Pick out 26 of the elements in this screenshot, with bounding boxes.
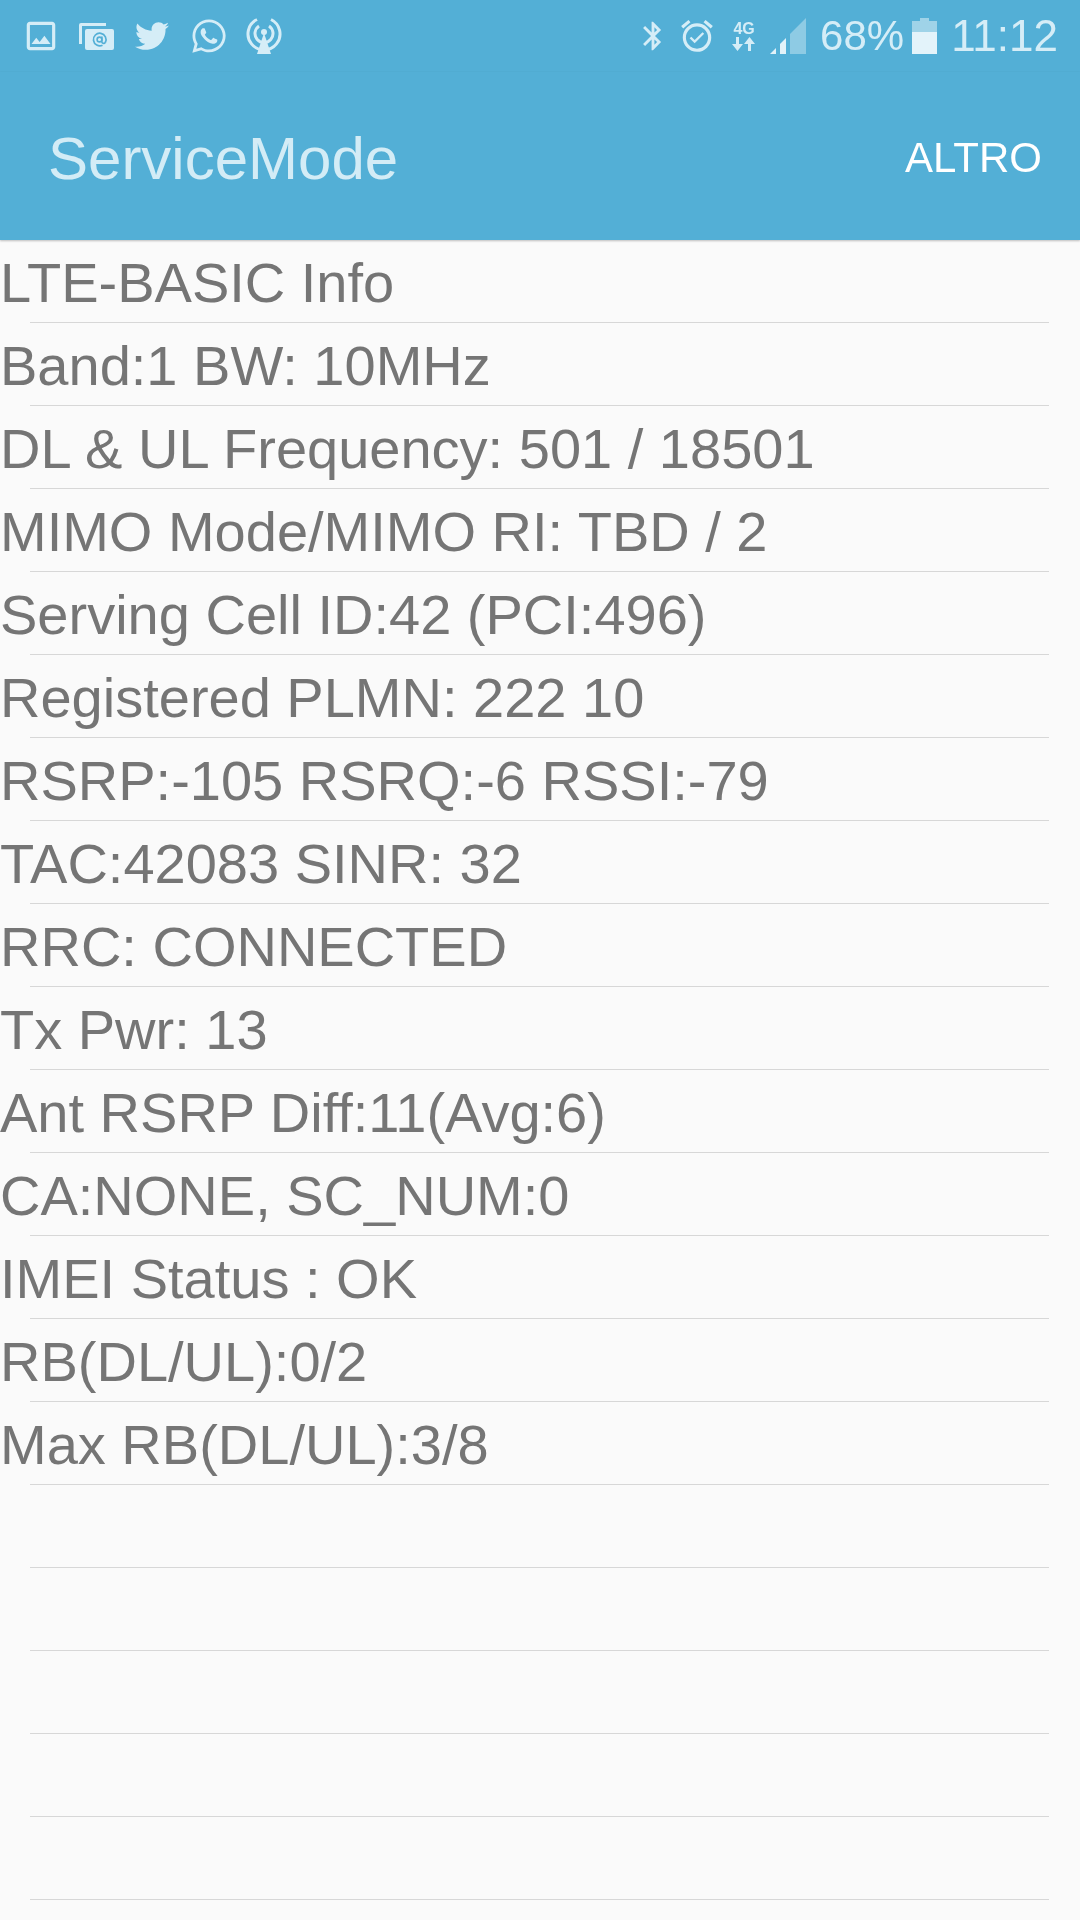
info-line: Serving Cell ID:42 (PCI:496) [0, 583, 707, 646]
info-line: DL & UL Frequency: 501 / 18501 [0, 417, 815, 480]
info-line: RRC: CONNECTED [0, 915, 508, 978]
info-line: TAC:42083 SINR: 32 [0, 832, 522, 895]
info-line: Tx Pwr: 13 [0, 998, 268, 1061]
email-icon [78, 22, 114, 50]
info-line: Max RB(DL/UL):3/8 [0, 1413, 489, 1476]
broadcast-tower-icon [246, 16, 282, 56]
info-line: LTE-BASIC Info [0, 251, 395, 314]
data-arrows-icon [732, 37, 757, 51]
app-title: ServiceMode [48, 124, 399, 189]
info-line: MIMO Mode/MIMO RI: TBD / 2 [0, 500, 768, 563]
info-line: Registered PLMN: 222 10 [0, 666, 645, 729]
info-line: RSRP:-105 RSRQ:-6 RSSI:-79 [0, 749, 769, 812]
battery-icon [912, 18, 938, 54]
info-line: RB(DL/UL):0/2 [0, 1330, 368, 1393]
info-line: Ant RSRP Diff:11(Avg:6) [0, 1081, 606, 1144]
info-line: Band:1 BW: 10MHz [0, 334, 491, 397]
chat-phone-icon [190, 17, 228, 55]
signal-bars-icon [770, 18, 807, 54]
clock-time: 11:12 [951, 14, 1058, 58]
battery-percentage: 68% [820, 15, 905, 57]
info-line: CA:NONE, SC_NUM:0 [0, 1164, 570, 1227]
info-line: IMEI Status : OK [0, 1247, 418, 1310]
network-type-label: 4G [733, 21, 755, 37]
more-menu-button[interactable]: ALTRO [905, 133, 1042, 179]
